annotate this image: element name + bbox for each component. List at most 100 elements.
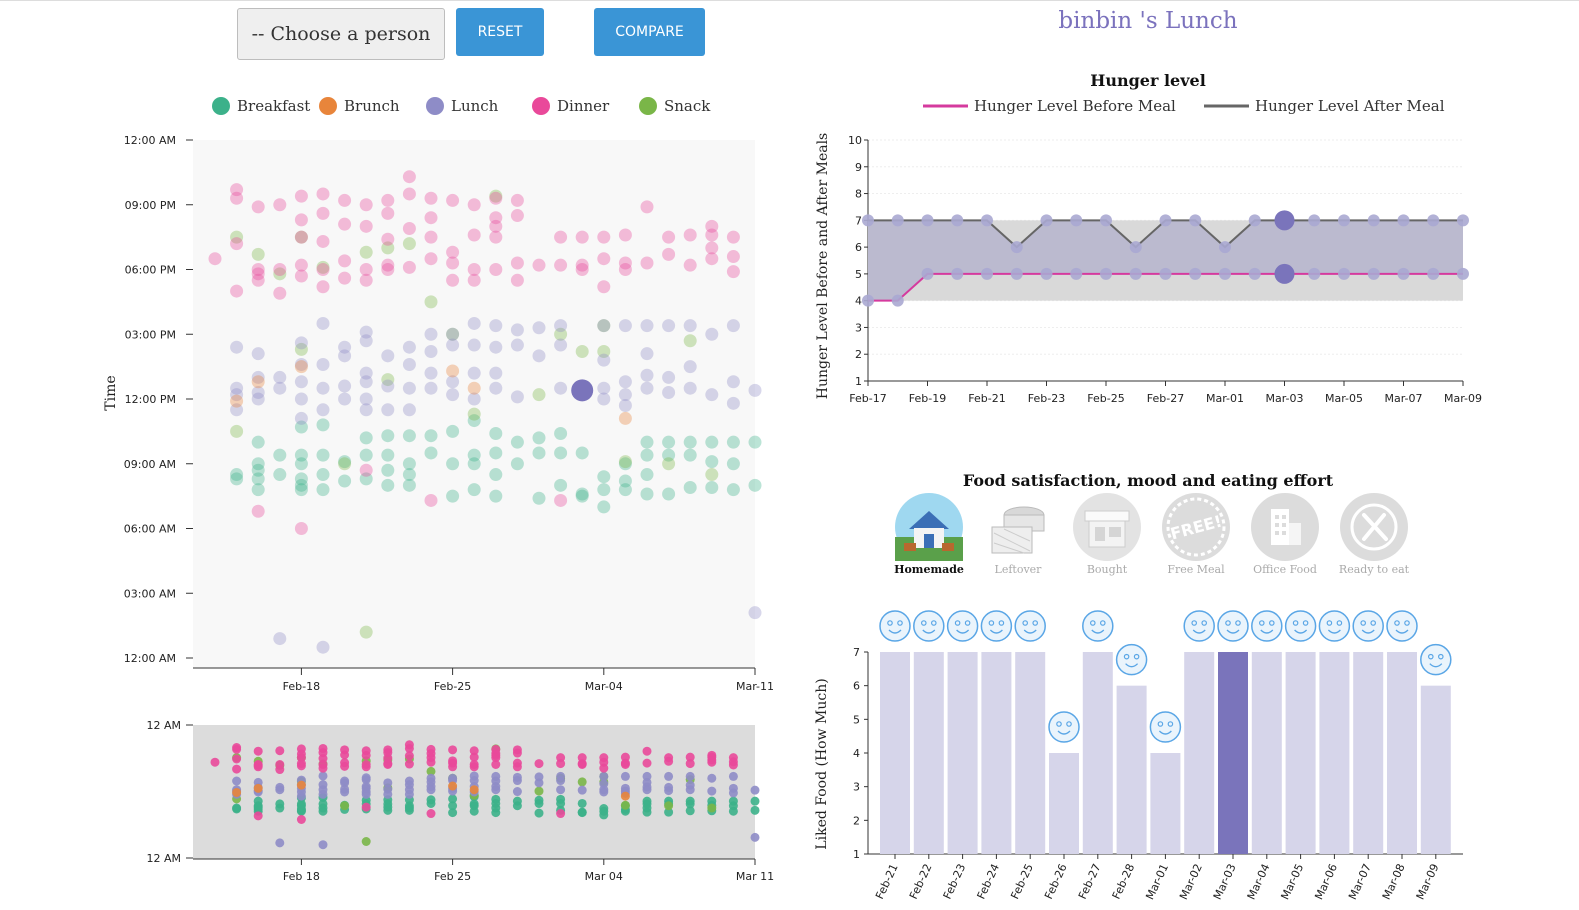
meal-point-breakfast[interactable]: [316, 483, 330, 497]
legend-lunch-swatch[interactable]: [426, 97, 444, 115]
hunger-before-point[interactable]: [1427, 267, 1440, 280]
meal-point-dinner[interactable]: [467, 228, 481, 242]
meal-point-dinner[interactable]: [381, 206, 395, 220]
meal-point-snack[interactable]: [532, 388, 546, 402]
meal-point-brunch[interactable]: [294, 360, 308, 374]
meal-point-dinner[interactable]: [597, 230, 611, 244]
meal-point-lunch[interactable]: [294, 411, 308, 425]
meal-point-dinner[interactable]: [489, 211, 503, 225]
meal-point-brunch[interactable]: [446, 364, 460, 378]
meal-point-breakfast[interactable]: [359, 431, 373, 445]
meal-point-breakfast[interactable]: [273, 448, 287, 462]
satisfaction-bar[interactable]: [1082, 652, 1113, 854]
meal-point-lunch[interactable]: [683, 319, 697, 333]
meal-point-lunch[interactable]: [597, 319, 611, 333]
meal-point-dinner[interactable]: [359, 263, 373, 276]
meal-point-dinner[interactable]: [510, 193, 524, 207]
meal-point-breakfast[interactable]: [489, 427, 503, 441]
meal-point-lunch[interactable]: [230, 340, 244, 354]
meal-point-dinner[interactable]: [726, 265, 740, 279]
meal-point-breakfast[interactable]: [618, 474, 632, 488]
hunger-after-point[interactable]: [1367, 214, 1380, 227]
meal-point-brunch[interactable]: [251, 375, 265, 389]
satisfaction-bar[interactable]: [1184, 652, 1215, 854]
meal-point-dinner[interactable]: [381, 258, 395, 272]
meal-point-dinner[interactable]: [424, 252, 438, 266]
meal-point-breakfast[interactable]: [705, 435, 719, 449]
meal-point-breakfast[interactable]: [597, 470, 611, 484]
source-homemade[interactable]: Homemade: [887, 493, 971, 576]
meal-point-lunch[interactable]: [532, 349, 546, 363]
hunger-after-point[interactable]: [1397, 214, 1410, 227]
meal-point-lunch[interactable]: [273, 370, 287, 384]
meal-point-breakfast[interactable]: [467, 483, 481, 497]
meal-point-dinner[interactable]: [294, 230, 308, 244]
meal-point-dinner[interactable]: [359, 463, 373, 477]
meal-point-breakfast[interactable]: [230, 468, 244, 482]
meal-point-dinner[interactable]: [554, 493, 568, 507]
hunger-after-point[interactable]: [1248, 214, 1261, 227]
meal-point-dinner[interactable]: [338, 254, 352, 268]
hunger-before-point[interactable]: [1010, 267, 1023, 280]
legend-snack-swatch[interactable]: [639, 97, 657, 115]
meal-point-dinner[interactable]: [597, 252, 611, 266]
meal-point-dinner[interactable]: [402, 170, 416, 184]
meal-point-lunch[interactable]: [338, 379, 352, 393]
meal-point-dinner[interactable]: [705, 241, 719, 255]
meal-point-dinner[interactable]: [489, 191, 503, 205]
meal-point-lunch[interactable]: [618, 319, 632, 333]
hunger-before-point[interactable]: [921, 267, 934, 280]
meal-point-dinner[interactable]: [359, 198, 373, 212]
meal-point-lunch[interactable]: [726, 396, 740, 410]
meal-point-lunch[interactable]: [402, 357, 416, 371]
meal-point-dinner[interactable]: [402, 221, 416, 235]
meal-point-lunch[interactable]: [748, 383, 762, 397]
meal-point-lunch[interactable]: [381, 403, 395, 417]
meal-point-dinner[interactable]: [683, 228, 697, 242]
meal-point-lunch[interactable]: [640, 381, 654, 395]
meal-point-dinner[interactable]: [575, 258, 589, 272]
satisfaction-bar-chart[interactable]: 1234567Feb-21 Feb-22 Feb-23 Feb-24 Feb-25 Feb…: [853, 610, 1463, 902]
meal-point-dinner[interactable]: [554, 258, 568, 272]
satisfaction-bar[interactable]: [1285, 652, 1316, 854]
meal-point-brunch[interactable]: [467, 381, 481, 395]
meal-point-lunch[interactable]: [618, 375, 632, 389]
hunger-before-point[interactable]: [1070, 267, 1083, 280]
meal-point-lunch[interactable]: [510, 323, 524, 337]
meal-point-dinner[interactable]: [294, 189, 308, 203]
meal-point-breakfast[interactable]: [446, 457, 460, 471]
hunger-after-selected-point[interactable]: [1274, 210, 1295, 231]
meal-point-breakfast[interactable]: [381, 448, 395, 462]
source-ready-to-eat[interactable]: Ready to eat: [1332, 493, 1416, 576]
meal-point-dinner[interactable]: [402, 187, 416, 201]
meal-point-snack[interactable]: [338, 457, 352, 471]
hunger-before-point[interactable]: [1219, 267, 1231, 280]
source-leftover[interactable]: Leftover: [976, 493, 1060, 576]
meal-point-lunch[interactable]: [424, 327, 438, 341]
meal-point-lunch[interactable]: [294, 336, 308, 350]
meal-point-dinner[interactable]: [230, 237, 244, 251]
meal-point-dinner[interactable]: [338, 193, 352, 207]
hunger-after-point[interactable]: [951, 214, 964, 227]
hunger-after-point[interactable]: [1100, 214, 1112, 227]
meal-point-breakfast[interactable]: [726, 435, 740, 449]
hunger-after-point[interactable]: [862, 214, 874, 227]
meal-point-dinner[interactable]: [338, 217, 352, 231]
hunger-after-point[interactable]: [1070, 214, 1083, 227]
meal-point-dinner[interactable]: [446, 273, 460, 287]
meal-point-breakfast[interactable]: [532, 431, 546, 445]
meal-point-lunch[interactable]: [597, 381, 611, 395]
meal-point-lunch[interactable]: [597, 353, 611, 367]
meal-point-dinner[interactable]: [273, 263, 287, 276]
meal-point-dinner[interactable]: [381, 232, 395, 246]
meal-point-lunch[interactable]: [273, 632, 287, 646]
meal-point-breakfast[interactable]: [273, 468, 287, 482]
meal-point-dinner[interactable]: [424, 230, 438, 244]
satisfaction-bar[interactable]: [981, 652, 1012, 854]
meal-point-dinner[interactable]: [251, 504, 265, 518]
meal-point-lunch[interactable]: [251, 347, 265, 361]
meal-point-breakfast[interactable]: [683, 480, 697, 494]
hunger-after-point[interactable]: [1338, 214, 1350, 227]
meal-point-breakfast[interactable]: [251, 435, 265, 449]
meal-point-lunch[interactable]: [489, 381, 503, 395]
